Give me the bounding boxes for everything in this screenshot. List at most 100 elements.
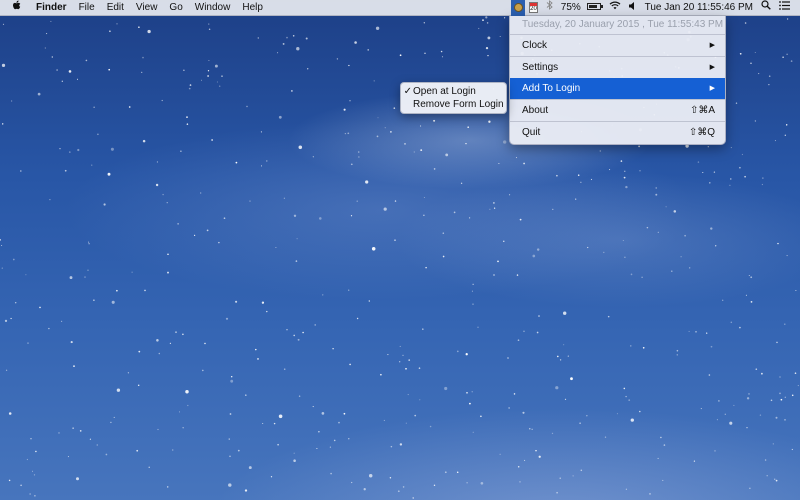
star bbox=[535, 449, 537, 452]
star bbox=[460, 182, 463, 184]
star bbox=[657, 457, 659, 459]
star bbox=[590, 178, 593, 181]
star bbox=[487, 36, 491, 40]
list-icon[interactable] bbox=[775, 0, 800, 16]
star bbox=[177, 223, 179, 225]
star bbox=[782, 56, 784, 59]
star bbox=[34, 494, 36, 497]
star bbox=[445, 153, 449, 157]
star bbox=[746, 427, 748, 429]
star bbox=[730, 178, 732, 180]
star bbox=[759, 414, 762, 416]
star bbox=[657, 231, 659, 233]
menu-date-header: Tuesday, 20 January 2015 , Tue 11:55:43 … bbox=[522, 19, 724, 30]
star bbox=[405, 367, 407, 370]
bluetooth-icon[interactable] bbox=[542, 0, 557, 16]
star bbox=[399, 54, 402, 57]
menu-go[interactable]: Go bbox=[163, 0, 188, 16]
star bbox=[465, 142, 467, 145]
menu-window[interactable]: Window bbox=[189, 0, 237, 16]
star bbox=[189, 84, 192, 86]
star bbox=[185, 389, 189, 394]
star bbox=[248, 466, 252, 470]
menu-edit[interactable]: Edit bbox=[101, 0, 130, 16]
volume-icon[interactable] bbox=[625, 0, 641, 16]
submenu-item-label: Open at Login bbox=[413, 86, 476, 97]
star bbox=[707, 146, 709, 148]
star bbox=[61, 320, 63, 322]
calendar-icon[interactable]: 20 bbox=[525, 0, 542, 16]
clock-app-icon[interactable] bbox=[511, 0, 526, 16]
star bbox=[531, 428, 533, 430]
status-area: 20 75% Tue Jan 20 11:55:46 PM bbox=[511, 0, 800, 16]
star bbox=[441, 56, 444, 58]
menubar-datetime[interactable]: Tue Jan 20 11:55:46 PM bbox=[641, 0, 757, 16]
search-icon[interactable] bbox=[757, 0, 775, 16]
star bbox=[522, 411, 525, 414]
star bbox=[230, 375, 233, 378]
star bbox=[347, 132, 350, 135]
wifi-icon[interactable] bbox=[605, 0, 625, 16]
star bbox=[397, 490, 400, 493]
star bbox=[733, 404, 735, 406]
star bbox=[639, 170, 641, 172]
star bbox=[293, 214, 297, 217]
star bbox=[786, 18, 789, 20]
submenu-item-open-at-login[interactable]: ✓ Open at Login bbox=[401, 85, 506, 98]
star bbox=[70, 341, 73, 344]
star bbox=[467, 126, 470, 129]
star bbox=[343, 108, 346, 111]
menu-item-quit[interactable]: Quit ⇧⌘Q bbox=[510, 122, 725, 143]
battery-status[interactable]: 75% bbox=[557, 0, 605, 16]
star bbox=[536, 248, 540, 251]
star bbox=[649, 493, 651, 495]
star bbox=[316, 447, 318, 450]
star bbox=[348, 438, 350, 440]
star bbox=[19, 170, 22, 172]
menu-app-finder[interactable]: Finder bbox=[30, 0, 73, 16]
star bbox=[607, 315, 610, 318]
menu-help[interactable]: Help bbox=[236, 0, 269, 16]
star bbox=[107, 172, 111, 176]
submenu-item-remove-from-login[interactable]: Remove Form Login bbox=[401, 98, 506, 111]
apple-logo-icon[interactable] bbox=[0, 0, 30, 16]
star bbox=[371, 247, 376, 251]
star bbox=[577, 174, 580, 176]
star bbox=[408, 359, 411, 361]
menu-view[interactable]: View bbox=[130, 0, 164, 16]
star bbox=[376, 135, 379, 138]
star bbox=[794, 372, 797, 374]
star bbox=[722, 299, 724, 301]
menu-item-clock[interactable]: Clock ▶ bbox=[510, 35, 725, 56]
star bbox=[766, 474, 768, 477]
star bbox=[182, 427, 184, 429]
star bbox=[204, 342, 206, 345]
star bbox=[730, 147, 732, 149]
star bbox=[468, 217, 471, 219]
star bbox=[183, 69, 185, 71]
star bbox=[96, 444, 98, 446]
star bbox=[219, 85, 221, 87]
star bbox=[2, 123, 4, 125]
star bbox=[485, 16, 488, 19]
star bbox=[420, 149, 423, 151]
menu-item-add-to-login[interactable]: Add To Login ▶ bbox=[510, 78, 725, 99]
star bbox=[56, 69, 58, 71]
star bbox=[351, 481, 353, 484]
star bbox=[671, 270, 673, 272]
star bbox=[623, 387, 626, 390]
menu-item-settings[interactable]: Settings ▶ bbox=[510, 57, 725, 78]
star bbox=[478, 27, 480, 30]
star bbox=[89, 438, 91, 440]
menu-file[interactable]: File bbox=[73, 0, 101, 16]
menu-item-about[interactable]: About ⇧⌘A bbox=[510, 100, 725, 121]
star bbox=[774, 140, 776, 142]
star bbox=[744, 175, 746, 178]
star bbox=[538, 315, 540, 317]
star bbox=[665, 206, 667, 208]
star bbox=[768, 75, 771, 77]
star bbox=[709, 182, 711, 184]
star bbox=[641, 276, 643, 279]
star bbox=[365, 180, 369, 184]
star bbox=[64, 169, 67, 172]
